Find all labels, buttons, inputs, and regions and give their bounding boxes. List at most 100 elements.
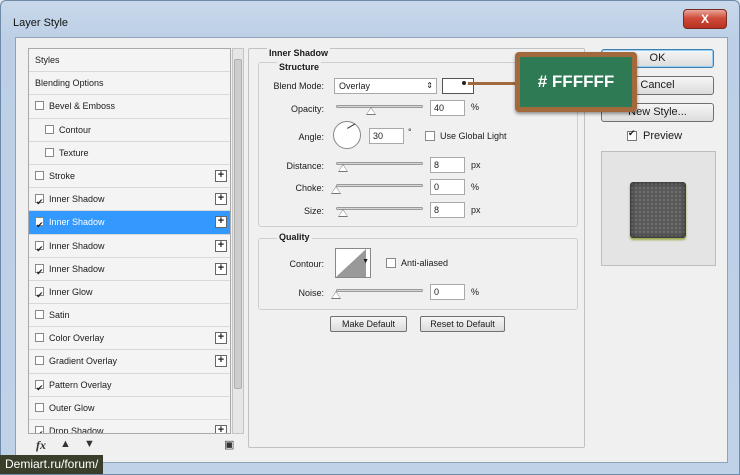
style-list-label: Bevel & Emboss [49, 101, 116, 112]
style-checkbox[interactable] [45, 147, 54, 157]
style-list-label: Satin [49, 310, 70, 321]
choke-slider-knob[interactable] [331, 186, 341, 194]
styles-list-scrollbar[interactable] [232, 48, 244, 434]
noise-slider[interactable] [336, 289, 423, 292]
style-list-label: Inner Shadow [49, 217, 105, 228]
choke-slider[interactable] [336, 184, 423, 187]
add-style-plus-icon[interactable]: + [215, 193, 227, 206]
distance-slider[interactable] [336, 162, 423, 165]
opacity-input[interactable]: 40 [430, 100, 465, 116]
style-checkbox[interactable] [35, 377, 44, 399]
noise-slider-knob[interactable] [331, 291, 341, 299]
styles-list: Styles Blending Options Bevel & Emboss Cont… [28, 48, 231, 434]
blend-mode-value: Overlay [339, 81, 371, 91]
size-input[interactable]: 8 [430, 202, 465, 218]
style-list-item[interactable]: Bevel & Emboss [29, 95, 230, 119]
scrollbar-thumb[interactable] [234, 59, 242, 389]
add-style-plus-icon[interactable]: + [215, 169, 227, 182]
move-up-icon[interactable]: ▲ [60, 438, 71, 450]
add-style-plus-icon[interactable]: + [215, 332, 227, 345]
style-checkbox[interactable] [45, 124, 54, 134]
style-list-label: Stroke [49, 170, 76, 181]
style-list-item[interactable]: Styles [29, 49, 230, 73]
style-checkbox[interactable] [35, 101, 44, 111]
style-checkbox[interactable] [35, 261, 44, 283]
angle-input[interactable]: 30 [369, 128, 404, 144]
use-global-light-label: Use Global Light [440, 131, 507, 141]
style-list-label: Styles [35, 55, 60, 65]
reset-to-default-button[interactable]: Reset to Default [420, 316, 505, 332]
add-style-plus-icon[interactable]: + [215, 355, 227, 368]
style-list-item[interactable]: Inner Shadow + [29, 234, 230, 260]
style-checkbox[interactable] [35, 191, 44, 213]
angle-dial[interactable] [333, 121, 361, 149]
watermark: Demiart.ru/forum/ [0, 455, 104, 474]
style-list-label: Contour [59, 124, 92, 135]
style-list-item[interactable]: Inner Shadow + [29, 211, 230, 236]
style-checkbox[interactable] [35, 284, 44, 306]
size-slider[interactable] [336, 207, 423, 210]
style-checkbox[interactable] [35, 356, 44, 366]
add-style-plus-icon[interactable]: + [215, 262, 227, 275]
style-list-item[interactable]: Blending Options [29, 72, 230, 96]
style-list-label: Outer Glow [49, 402, 95, 413]
style-checkbox[interactable] [35, 333, 44, 343]
opacity-slider[interactable] [336, 105, 423, 108]
add-style-plus-icon[interactable]: + [215, 239, 227, 252]
blend-mode-label: Blend Mode: [273, 81, 324, 91]
use-global-light-checkbox[interactable] [425, 131, 435, 141]
color-annotation-board: # FFFFFF [515, 52, 637, 112]
style-list-item[interactable]: Contour [29, 118, 230, 142]
contour-picker[interactable]: ▼ [335, 248, 371, 278]
style-checkbox[interactable] [35, 214, 44, 236]
anti-aliased-checkbox[interactable] [386, 258, 396, 268]
select-arrows-icon: ⇕ [426, 81, 433, 90]
style-list-item[interactable]: Stroke + [29, 164, 230, 189]
style-list-label: Inner Shadow [49, 194, 105, 205]
choke-input[interactable]: 0 [430, 179, 465, 195]
style-list-item[interactable]: Inner Shadow + [29, 257, 230, 283]
style-list-item[interactable]: Inner Glow [29, 280, 230, 306]
style-list-item[interactable]: Texture [29, 141, 230, 165]
style-list-item[interactable]: Satin [29, 304, 230, 328]
style-list-item[interactable]: Color Overlay + [29, 327, 230, 351]
style-checkbox[interactable] [35, 423, 44, 433]
blend-mode-select[interactable]: Overlay ⇕ [334, 78, 437, 94]
title-bar: Layer Style X [1, 1, 739, 35]
style-list-label: Texture [59, 147, 89, 158]
fx-icon[interactable]: fx [36, 438, 46, 453]
make-default-button[interactable]: Make Default [330, 316, 407, 332]
add-style-plus-icon[interactable]: + [215, 216, 227, 229]
style-list-item[interactable]: Outer Glow [29, 396, 230, 420]
style-preview [601, 151, 716, 266]
window-title: Layer Style [13, 17, 69, 29]
distance-unit: px [471, 160, 481, 170]
move-down-icon[interactable]: ▼ [84, 438, 95, 450]
style-list-item[interactable]: Drop Shadow + [29, 420, 230, 433]
close-button[interactable]: X [683, 9, 727, 29]
quality-title: Quality [277, 232, 312, 242]
style-checkbox[interactable] [35, 238, 44, 260]
style-list-item[interactable]: Pattern Overlay [29, 373, 230, 399]
noise-input[interactable]: 0 [430, 284, 465, 300]
angle-label: Angle: [298, 132, 324, 142]
add-style-plus-icon[interactable]: + [215, 425, 227, 433]
angle-unit: ° [408, 127, 412, 137]
style-list-item[interactable]: Inner Shadow + [29, 188, 230, 213]
preview-checkbox[interactable] [627, 128, 637, 141]
trash-icon[interactable]: ▣ [224, 438, 234, 451]
annotation-pointer [466, 82, 518, 85]
contour-dropdown-icon[interactable]: ▼ [362, 258, 369, 265]
shadow-color-swatch[interactable] [442, 78, 474, 94]
style-list-label: Inner Shadow [49, 263, 105, 274]
distance-slider-knob[interactable] [338, 164, 348, 172]
style-checkbox[interactable] [35, 170, 44, 180]
distance-input[interactable]: 8 [430, 157, 465, 173]
style-list-item[interactable]: Gradient Overlay + [29, 350, 230, 374]
style-checkbox[interactable] [35, 310, 44, 320]
style-list-label: Inner Shadow [49, 240, 105, 251]
size-slider-knob[interactable] [338, 209, 348, 217]
style-checkbox[interactable] [35, 402, 44, 412]
opacity-slider-knob[interactable] [365, 107, 376, 115]
opacity-unit: % [471, 102, 480, 112]
